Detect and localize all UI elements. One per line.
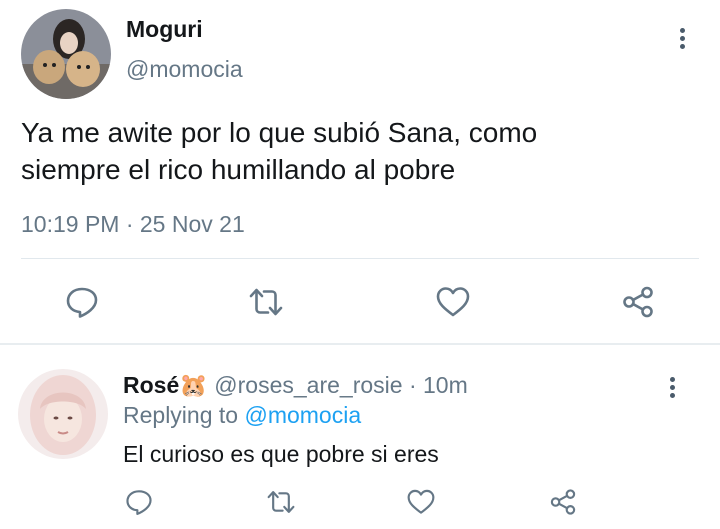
tweet-text: Ya me awite por lo que subió Sana, como … xyxy=(21,117,538,185)
reply-icon xyxy=(126,490,152,516)
reply-icon xyxy=(66,287,98,318)
tweet-timestamp[interactable]: 10:19 PM · 25 Nov 21 xyxy=(21,211,245,238)
timestamp-divider xyxy=(21,258,699,259)
like-button[interactable] xyxy=(433,282,473,322)
like-icon xyxy=(436,287,470,317)
reply-retweet-button[interactable] xyxy=(265,486,297,518)
share-button[interactable] xyxy=(618,282,658,322)
reply-like-button[interactable] xyxy=(405,486,437,518)
author-handle[interactable]: @momocia xyxy=(126,56,243,83)
author-name[interactable]: Moguri xyxy=(126,16,203,43)
reply-header: Rosé🐹 @roses_are_rosie · 10m xyxy=(123,372,468,399)
share-icon xyxy=(550,489,576,515)
author-avatar[interactable] xyxy=(21,9,111,99)
reply-reply-button[interactable] xyxy=(123,486,155,518)
retweet-icon xyxy=(249,288,283,316)
reply-separator: · xyxy=(408,372,417,398)
replying-to: Replying to @momocia xyxy=(123,402,361,429)
reply-text: El curioso es que pobre si eres xyxy=(123,441,439,467)
retweet-button[interactable] xyxy=(246,282,286,322)
reply-author-avatar[interactable] xyxy=(18,369,108,459)
section-divider xyxy=(0,343,720,345)
replying-to-label: Replying to xyxy=(123,402,239,428)
reply-author-name[interactable]: Rosé🐹 xyxy=(123,372,208,398)
reply-age[interactable]: 10m xyxy=(423,372,468,398)
like-icon xyxy=(407,489,435,514)
reply-more-options-icon[interactable] xyxy=(670,374,675,401)
share-icon xyxy=(623,286,653,318)
reply-author-handle[interactable]: @roses_are_rosie xyxy=(214,372,402,398)
more-options-icon[interactable] xyxy=(680,25,685,52)
reply-button[interactable] xyxy=(62,282,102,322)
reply-share-button[interactable] xyxy=(547,486,579,518)
replying-to-handle[interactable]: @momocia xyxy=(244,402,361,428)
retweet-icon xyxy=(267,491,295,513)
